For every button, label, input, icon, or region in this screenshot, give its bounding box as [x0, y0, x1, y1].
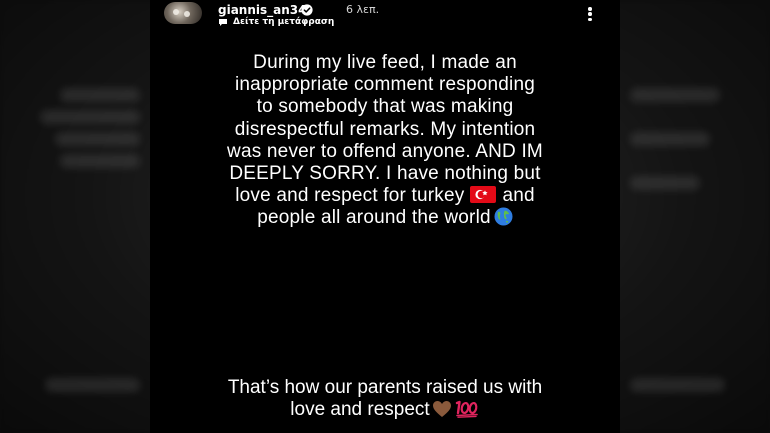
blurred-background-text	[630, 176, 700, 190]
message-line: disrespectful remarks. My intention	[234, 118, 536, 140]
verified-badge-icon	[301, 4, 313, 16]
blurred-background-text	[630, 378, 725, 392]
story-message: During my live feed, I made an inappropr…	[150, 52, 620, 230]
turkey-flag-icon	[470, 186, 497, 204]
message-line: people all around the world	[150, 207, 620, 229]
footer-line: That’s how our parents raised us with	[227, 377, 543, 398]
message-line: was never to offend anyone. AND IM	[227, 140, 543, 162]
more-vertical-icon[interactable]	[587, 7, 593, 23]
brown-heart-icon	[432, 401, 451, 417]
globe-icon	[494, 207, 513, 226]
blurred-background-text	[630, 132, 710, 146]
username[interactable]: giannis_an34	[218, 3, 306, 17]
footer-text: love and respect	[290, 399, 430, 420]
message-line: During my live feed, I made an	[253, 52, 517, 73]
message-line: love and respect for turkey and	[150, 185, 620, 207]
blurred-background-text	[45, 378, 140, 392]
blurred-background-text	[60, 154, 140, 168]
message-text: people all around the world	[257, 207, 491, 229]
message-line: inappropriate comment responding	[234, 74, 536, 96]
blurred-background-text	[40, 110, 140, 124]
footer-line: love and respect	[150, 399, 620, 421]
message-text: love and respect for turkey	[235, 185, 465, 207]
story-footer-message: That’s how our parents raised us with lo…	[150, 377, 620, 421]
time-ago: 6 λεπ.	[346, 3, 380, 16]
message-line: to somebody that was making	[256, 96, 514, 118]
translate-bubble-icon	[219, 19, 227, 26]
see-translation-label: Δείτε τη μετάφραση	[233, 17, 335, 27]
message-line: DEEPLY SORRY. I have nothing but	[229, 163, 541, 185]
blurred-background-text	[60, 88, 140, 102]
blurred-background-text	[55, 132, 140, 146]
hundred-points-icon	[455, 400, 478, 418]
message-text: and	[502, 185, 535, 207]
blurred-background-text	[630, 88, 720, 102]
story-header: giannis_an34 6 λεπ. Δείτε τη μετάφραση	[150, 0, 620, 30]
story-card: giannis_an34 6 λεπ. Δείτε τη μετάφραση D…	[150, 0, 620, 433]
avatar[interactable]	[164, 2, 202, 24]
